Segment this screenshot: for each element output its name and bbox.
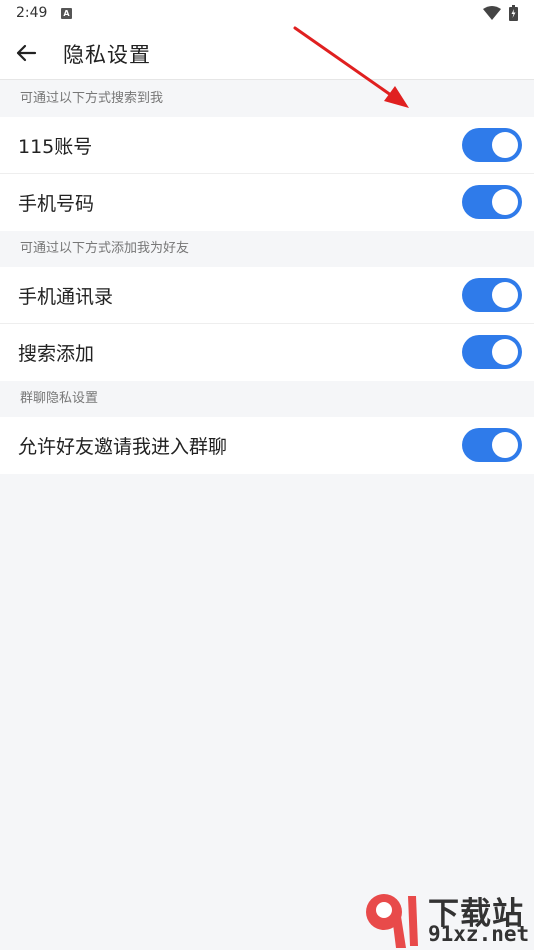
status-bar: 2:49 A — [0, 0, 534, 28]
toggle-switch-search-add[interactable] — [462, 335, 522, 369]
wifi-icon — [483, 6, 501, 20]
toggle-knob — [492, 282, 518, 308]
row-label: 搜索添加 — [18, 343, 95, 365]
settings-row-group-invite[interactable]: 允许好友邀请我进入群聊 — [0, 417, 534, 474]
row-label: 手机通讯录 — [18, 286, 114, 308]
toggle-knob — [492, 432, 518, 458]
row-label: 115账号 — [18, 136, 93, 158]
status-time: 2:49 — [16, 5, 48, 21]
watermark-url: 91xz.net — [428, 922, 530, 946]
app-bar: 隐私设置 — [0, 28, 534, 80]
site-logo-icon — [366, 894, 418, 948]
section-header-add-friend: 可通过以下方式添加我为好友 — [20, 241, 190, 256]
page-title: 隐私设置 — [63, 43, 151, 67]
toggle-switch-contacts[interactable] — [462, 278, 522, 312]
settings-row-contacts[interactable]: 手机通讯录 — [0, 267, 534, 324]
toggle-switch-115-account[interactable] — [462, 128, 522, 162]
section-header-search: 可通过以下方式搜索到我 — [20, 91, 164, 106]
site-watermark: 下载站 91xz.net — [362, 888, 534, 950]
toggle-switch-group-invite[interactable] — [462, 428, 522, 462]
toggle-knob — [492, 189, 518, 215]
toggle-knob — [492, 132, 518, 158]
toggle-knob — [492, 339, 518, 365]
back-arrow-icon[interactable] — [14, 41, 38, 65]
section-header-group-privacy: 群聊隐私设置 — [20, 391, 99, 406]
settings-row-search-add[interactable]: 搜索添加 — [0, 324, 534, 381]
settings-row-phone-number[interactable]: 手机号码 — [0, 174, 534, 231]
row-label: 允许好友邀请我进入群聊 — [18, 436, 228, 458]
row-label: 手机号码 — [18, 193, 95, 215]
battery-icon — [509, 5, 518, 21]
settings-row-115-account[interactable]: 115账号 — [0, 117, 534, 174]
toggle-switch-phone-number[interactable] — [462, 185, 522, 219]
notification-icon: A — [61, 8, 72, 19]
